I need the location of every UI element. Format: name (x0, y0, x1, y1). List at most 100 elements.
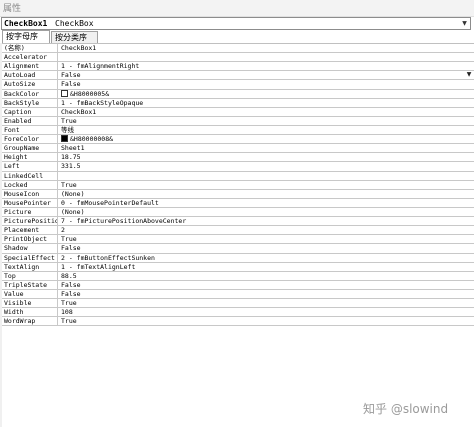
property-name[interactable]: Placement (2, 226, 58, 235)
property-value[interactable]: True (59, 299, 474, 307)
property-row[interactable]: LinkedCell (2, 171, 474, 181)
property-value[interactable]: 2 - fmButtonEffectSunken (59, 254, 474, 262)
property-name[interactable]: TextAlign (2, 262, 58, 271)
property-name[interactable]: MousePointer (2, 198, 58, 207)
property-value[interactable]: CheckBox1 (59, 108, 474, 116)
property-value[interactable]: CheckBox1 (59, 44, 474, 52)
property-row[interactable]: MousePointer 0 - fmMousePointerDefault (2, 198, 474, 208)
property-value[interactable]: False (59, 244, 474, 252)
property-name[interactable]: Shadow (2, 244, 58, 253)
property-value[interactable]: 331.5 (59, 162, 474, 170)
property-row[interactable]: Left 331.5 (2, 162, 474, 172)
property-row[interactable]: Alignment 1 - fmAlignmentRight (2, 62, 474, 72)
property-row[interactable]: SpecialEffect 2 - fmButtonEffectSunken (2, 253, 474, 263)
property-name[interactable]: Alignment (2, 62, 58, 71)
property-name[interactable]: Height (2, 153, 58, 162)
property-value[interactable]: True (59, 117, 474, 125)
property-row[interactable]: Enabled True (2, 116, 474, 126)
property-name[interactable]: AutoLoad (2, 71, 58, 80)
property-row[interactable]: Value False (2, 289, 474, 300)
property-name[interactable]: Left (2, 162, 58, 171)
property-row[interactable]: Shadow False (2, 244, 474, 254)
property-name[interactable]: Font (2, 125, 58, 135)
property-name[interactable]: BackStyle (2, 98, 58, 107)
property-name[interactable]: (名称) (2, 44, 58, 53)
property-value[interactable]: True (59, 181, 474, 189)
property-value[interactable]: &H8000005& (59, 89, 474, 98)
chevron-down-icon[interactable]: ▼ (460, 19, 469, 28)
property-name[interactable]: MouseIcon (2, 189, 58, 198)
property-value[interactable]: False (59, 71, 474, 80)
window-title: 属性 (3, 4, 22, 14)
property-value[interactable]: 等线 (59, 126, 474, 134)
property-row[interactable]: PrintObject True (2, 235, 474, 245)
property-value[interactable]: 1 - fmAlignmentRight (59, 62, 474, 70)
property-row[interactable]: BackStyle 1 - fmBackStyleOpaque (2, 98, 474, 108)
property-value[interactable]: 1 - fmBackStyleOpaque (59, 99, 474, 107)
tab-strip: 按字母序 按分类序 (0, 30, 474, 43)
property-row[interactable]: BackColor &H8000005& (2, 89, 474, 99)
property-row[interactable]: TextAlign 1 - fmTextAlignLeft (2, 262, 474, 272)
property-value[interactable]: False (59, 281, 474, 289)
property-value[interactable]: 1 - fmTextAlignLeft (59, 263, 474, 271)
property-value[interactable]: 18.75 (59, 153, 474, 161)
property-row[interactable]: TripleState False (2, 280, 474, 290)
property-row[interactable]: Picture (None) (2, 207, 474, 218)
property-row[interactable]: MouseIcon (None) (2, 189, 474, 199)
tab-alphabetic[interactable]: 按字母序 (2, 30, 50, 43)
property-value[interactable] (59, 172, 474, 180)
property-row[interactable]: PicturePosition 7 - fmPicturePositionAbov… (2, 217, 474, 227)
property-value[interactable]: 108 (59, 308, 474, 316)
property-row[interactable]: AutoSize False (2, 80, 474, 90)
property-name[interactable]: BackColor (2, 89, 58, 98)
property-row[interactable]: Caption CheckBox1 (2, 107, 474, 117)
property-value[interactable]: False (59, 290, 474, 298)
property-value[interactable]: &H80000008& (59, 135, 474, 143)
property-name[interactable]: Accelerator (2, 53, 58, 62)
property-row[interactable]: Visible True (2, 299, 474, 309)
property-name[interactable]: Visible (2, 299, 58, 308)
property-row[interactable]: WordWrap True (2, 317, 474, 327)
property-row[interactable]: Top 88.5 (2, 271, 474, 281)
property-name[interactable]: SpecialEffect (2, 253, 58, 262)
property-name[interactable]: Enabled (2, 116, 58, 125)
property-row[interactable]: AutoLoad False ▼ (2, 71, 474, 81)
property-name[interactable]: Picture (2, 207, 58, 217)
property-value[interactable]: (None) (59, 190, 474, 198)
property-value[interactable]: 0 - fmMousePointerDefault (59, 199, 474, 207)
property-row[interactable]: Placement 2 (2, 226, 474, 236)
property-row[interactable]: (名称) CheckBox1 (2, 44, 474, 54)
property-value[interactable] (59, 53, 474, 61)
property-name[interactable]: Top (2, 271, 58, 280)
property-row[interactable]: Locked True (2, 180, 474, 190)
property-value[interactable]: 88.5 (59, 272, 474, 280)
property-name[interactable]: GroupName (2, 144, 58, 153)
property-name[interactable]: Locked (2, 180, 58, 189)
property-value[interactable]: False (59, 80, 474, 88)
chevron-down-icon[interactable]: ▼ (465, 71, 473, 79)
property-name[interactable]: Caption (2, 107, 58, 116)
property-row[interactable]: GroupName Sheet1 (2, 144, 474, 154)
property-name[interactable]: PicturePosition (2, 217, 58, 226)
property-name[interactable]: PrintObject (2, 235, 58, 244)
property-row[interactable]: ForeColor &H80000008& (2, 135, 474, 145)
property-row[interactable]: Width 108 (2, 308, 474, 318)
property-value[interactable]: (None) (59, 208, 474, 216)
property-row[interactable]: Font 等线 (2, 125, 474, 136)
property-name[interactable]: TripleState (2, 280, 58, 289)
property-name[interactable]: ForeColor (2, 135, 58, 144)
property-value[interactable]: Sheet1 (59, 144, 474, 152)
tab-categorized[interactable]: 按分类序 (51, 31, 98, 43)
object-selector[interactable]: CheckBox1 CheckBox ▼ (1, 17, 471, 30)
property-value[interactable]: 7 - fmPicturePositionAboveCenter (59, 217, 474, 225)
property-name[interactable]: WordWrap (2, 317, 58, 326)
property-value[interactable]: True (59, 235, 474, 243)
property-row[interactable]: Accelerator (2, 53, 474, 63)
property-name[interactable]: LinkedCell (2, 171, 58, 180)
property-name[interactable]: Value (2, 289, 58, 299)
property-name[interactable]: AutoSize (2, 80, 58, 89)
property-value[interactable]: True (59, 317, 474, 325)
property-name[interactable]: Width (2, 308, 58, 317)
property-value[interactable]: 2 (59, 226, 474, 234)
property-row[interactable]: Height 18.75 (2, 153, 474, 163)
